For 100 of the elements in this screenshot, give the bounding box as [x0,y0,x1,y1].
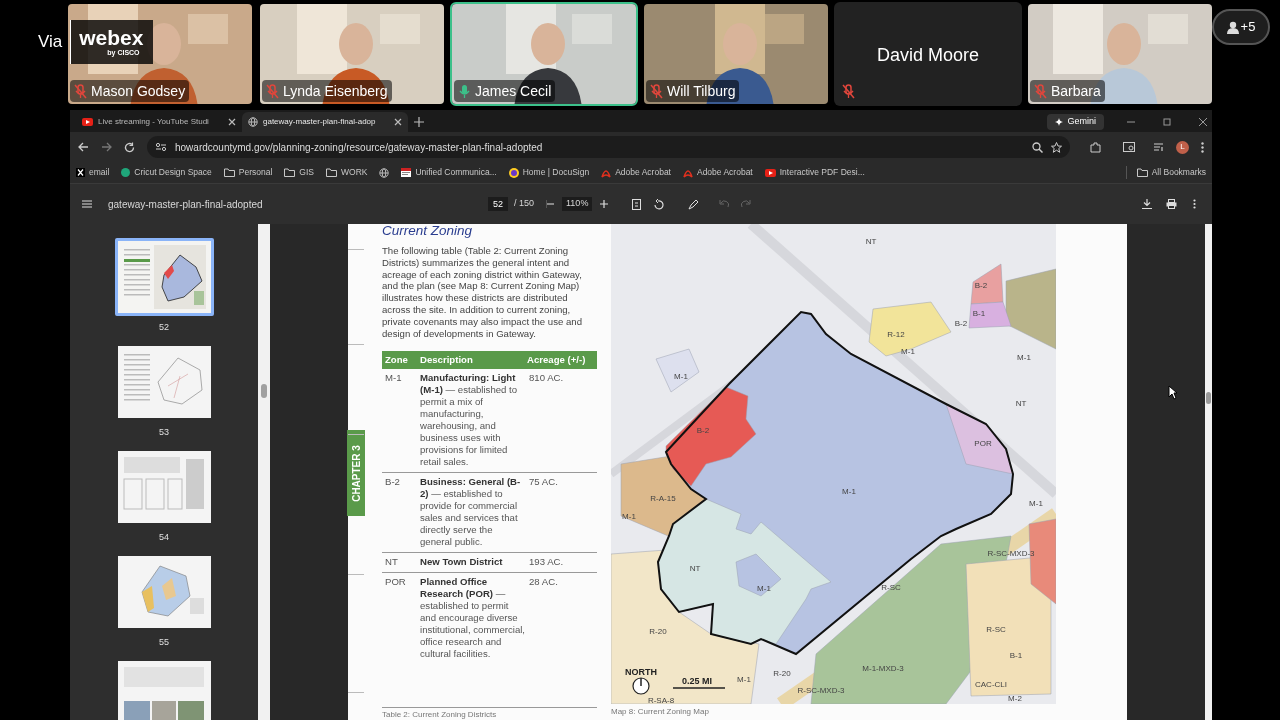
bookmark[interactable]: GIS [284,166,314,179]
map-label: M-1 [1017,353,1031,362]
acrobat-icon [601,167,612,178]
bookmark[interactable]: Interactive PDF Desi... [764,166,865,179]
zoom-level-field[interactable]: 110% [562,197,593,211]
folder-icon [326,168,337,177]
map-label: R-SC [986,625,1006,634]
browser-tab[interactable]: gateway-master-plan-final-adop [242,112,408,132]
participant-name: Barbara [1051,81,1101,101]
scale-label: 0.25 MI [682,676,712,686]
bookmark[interactable]: Adobe Acrobat [601,166,671,179]
document-title: gateway-master-plan-final-adopted [108,197,264,212]
map-label: M-2 [1008,694,1022,703]
video-tile[interactable]: Will Tilburg [642,2,830,106]
map-label: M-1 [1029,499,1043,508]
video-tile[interactable]: James Cecil [450,2,638,106]
page-number: 54 [159,531,169,544]
zoom-icon[interactable] [1032,141,1043,153]
table-cell-text: POR [384,576,407,590]
video-tile[interactable]: David Moore [834,2,1022,106]
acrobat-icon [682,167,693,178]
close-icon[interactable] [394,118,402,126]
table-cell-text: 28 AC. [528,576,559,590]
video-tile[interactable]: Barbara [1026,2,1214,106]
playlist-icon[interactable] [1153,142,1164,152]
reload-icon[interactable] [124,141,135,153]
participant-name: Lynda Eisenberg [283,81,388,101]
table-cell-text: 810 AC. [528,372,565,386]
map-label: R-SC-MXD-3 [797,686,845,695]
forward-icon[interactable] [101,142,112,152]
circle-icon [121,168,131,177]
map-label: M-1 [622,512,636,521]
pen-icon[interactable] [688,198,700,210]
more-icon[interactable] [1193,199,1196,209]
new-tab-icon[interactable] [414,117,424,127]
table-cell-text: Business: General (B-2) — established to provide for commercial sales and services that directly serve the general public. [420,476,522,549]
north-label: NORTH [625,667,657,677]
play-icon [82,118,93,126]
bookmark[interactable]: WORK [326,166,368,179]
map-label: NT [689,564,701,573]
bookmark[interactable]: Home | DocuSign [508,166,590,179]
map-label: M-1 [674,372,688,381]
screen-search-icon[interactable] [1123,142,1135,152]
map-label: M-1 [737,675,751,684]
gemini-button[interactable]: Gemini [1047,114,1104,130]
star-icon[interactable] [1051,141,1062,153]
zoom-out-icon[interactable] [546,200,555,208]
table-cell-text: NT [384,556,399,569]
map-label: POR [974,439,992,448]
body-paragraph: The following table (Table 2: Current Zoning Districts) summarizes the general intent and acreage of each zoning district within Gateway, and the plan (see Map 8: Current Zoning Map) illustrates how these districts are distributed across the site. In addition to current zoning, private covenants may also impact the use and design of developments in Gateway. [382,245,583,340]
participant-name: Mason Godsey [91,81,186,101]
bookmark[interactable]: Cricut Design Space [121,166,212,179]
page-number-field[interactable]: 52 [488,197,508,211]
map-label: M-1 [901,347,915,356]
page-number: 53 [159,426,169,439]
back-icon[interactable] [78,142,89,152]
restore-icon[interactable] [1162,117,1172,127]
bookmark[interactable]: Unified Communica... [401,166,497,179]
map-label: M-1 [757,584,771,593]
cursor-icon [1168,385,1178,400]
fit-page-icon[interactable] [632,198,642,210]
table-cell-text: 193 AC. [528,556,565,569]
tab-title: Live streaming - YouTube Studi [98,116,210,128]
rotate-icon[interactable] [653,198,665,210]
close-icon[interactable] [1198,117,1208,127]
column-header: Zone [384,354,409,367]
page-number: 52 [159,321,169,334]
table-cell: Planned Office Research (POR) — established to permit and encourage diverse institutional, commercial, office research and cultural facilities. [420,576,527,661]
zoom-in-icon[interactable] [600,200,609,208]
browser-tab[interactable]: Live streaming - YouTube Studi [76,112,242,132]
play-icon [764,168,776,177]
menu-icon[interactable] [82,200,92,208]
bookmark[interactable]: Personal [223,166,273,179]
participants-button[interactable]: +5 [1212,9,1270,45]
scrollbar-thumb[interactable] [261,384,267,398]
map-label: R-20 [649,627,667,636]
logo-text: Via [38,31,63,54]
bookmark[interactable]: All Bookmarks [1125,166,1206,179]
map-label: R-12 [887,330,905,339]
map-label: B-1 [972,309,986,318]
video-tile[interactable]: Lynda Eisenberg [258,2,446,106]
bookmark[interactable] [379,167,390,178]
caption: Table 2: Current Zoning Districts [382,710,498,719]
map-label: R-SA-8 [647,696,675,704]
print-icon[interactable] [1166,199,1177,209]
more-icon[interactable] [1201,141,1204,153]
bookmark[interactable]: email [76,166,110,179]
participant-name: Will Tilburg [667,81,736,101]
column-header: Acreage (+/-) [527,354,587,367]
map-label: R-20 [773,669,791,678]
bookmark[interactable]: Adobe Acrobat [682,166,753,179]
column-header: Description [420,354,474,367]
address-bar[interactable]: howardcountymd.gov/planning-zoning/resource/gateway-master-plan-final-adopted [147,136,1070,158]
close-icon[interactable] [228,118,236,126]
map-label: R-SC-MXD-3 [987,549,1035,558]
map-label: B-2 [954,319,968,328]
site-settings-icon[interactable] [155,142,167,152]
profile-avatar[interactable]: L [1176,140,1189,154]
download-icon[interactable] [1142,199,1152,209]
scrollbar-track[interactable] [1205,224,1212,720]
